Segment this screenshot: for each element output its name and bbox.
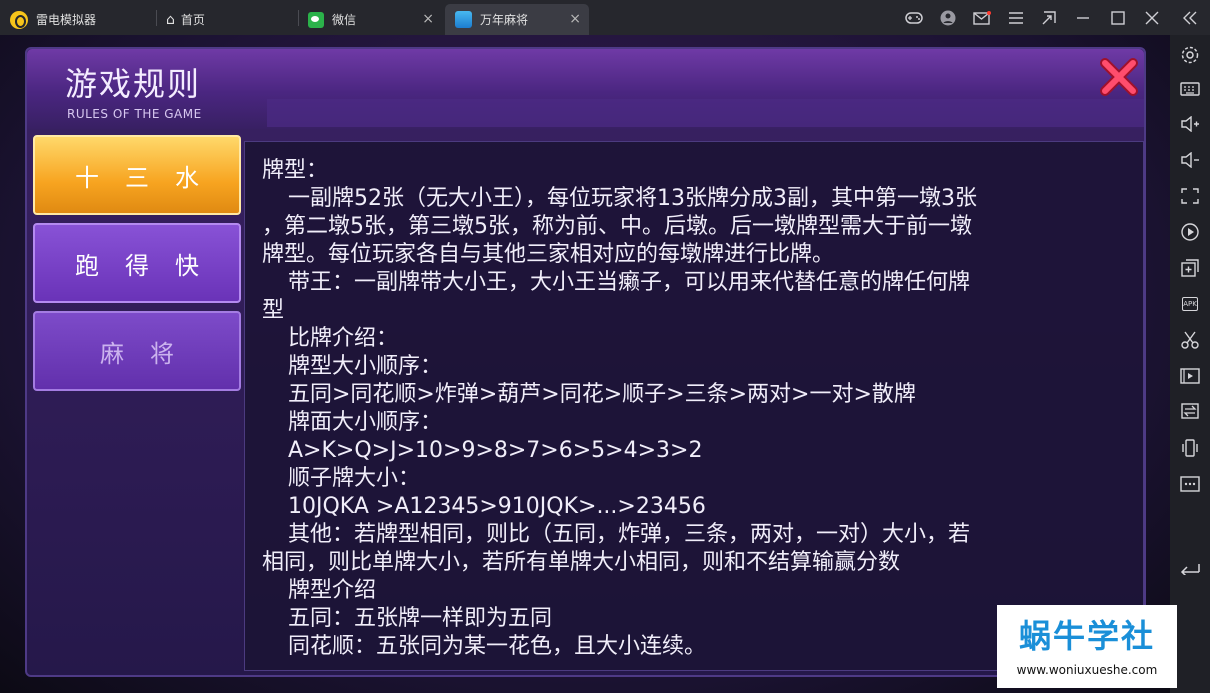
rules-line: 牌面大小顺序： <box>288 410 443 435</box>
tab-label: 微信 <box>332 13 357 27</box>
rules-text: 牌型： 一副牌52张（无大小王），每位玩家将13张牌分成3副，其中第一墩3张 ，… <box>262 157 1122 661</box>
rules-line: A>K>Q>J>10>9>8>7>6>5>4>3>2 <box>288 438 703 463</box>
gamepad-icon[interactable] <box>899 0 929 35</box>
rules-line: 五同：五张牌一样即为五同 <box>288 606 553 631</box>
rules-line: 牌型： <box>262 158 329 183</box>
apk-label: APK <box>1182 297 1198 311</box>
record-icon[interactable] <box>1176 219 1204 245</box>
watermark: 蜗牛学社 www.woniuxueshe.com <box>997 605 1177 688</box>
tab-label: 十三水 <box>75 163 225 192</box>
watermark-title: 蜗牛学社 <box>1018 617 1155 655</box>
tab-label: 万年麻将 <box>480 13 529 27</box>
rules-line: 其他：若牌型相同，则比（五同，炸弹，三条，两对，一对）大小，若 <box>288 522 971 547</box>
tab-wechat[interactable]: 微信 × <box>308 4 442 35</box>
tab-majiang[interactable]: 麻将 <box>33 311 241 391</box>
rules-line: 顺子牌大小： <box>288 466 421 491</box>
rules-line: 10JQKA >A12345>910JQK>...>23456 <box>288 494 706 519</box>
tab-shisanshui[interactable]: 十三水 <box>33 135 241 215</box>
menu-icon[interactable] <box>1001 0 1031 35</box>
rules-line: 带王：一副牌带大小王，大小王当癞子，可以用来代替任意的牌任何牌 <box>288 270 971 295</box>
emulator-title-bar: 雷电模拟器 ⌂ 首页 微信 × 万年麻将 × <box>0 0 1210 35</box>
emulator-sidebar: APK <box>1170 35 1210 693</box>
page-title: 游戏规则 <box>65 65 202 103</box>
account-icon[interactable] <box>933 0 963 35</box>
leidian-logo-icon <box>10 10 28 29</box>
close-tab-icon[interactable]: × <box>422 11 434 27</box>
sync-icon[interactable] <box>1176 398 1204 424</box>
volume-down-icon[interactable] <box>1176 147 1204 173</box>
close-icon[interactable] <box>1137 0 1167 35</box>
settings-icon[interactable] <box>1176 42 1204 68</box>
fullscreen-icon[interactable] <box>1176 183 1204 209</box>
keyboard-icon[interactable] <box>1176 76 1204 102</box>
tab-label: 跑得快 <box>75 251 225 280</box>
game-icon <box>455 11 472 28</box>
rules-line: 五同>同花顺>炸弹>葫芦>同花>顺子>三条>两对>一对>散牌 <box>288 382 916 407</box>
apk-icon[interactable]: APK <box>1176 291 1204 317</box>
minimize-icon[interactable] <box>1068 0 1098 35</box>
rules-line: 型 <box>262 298 285 323</box>
close-tab-icon[interactable]: × <box>569 11 581 27</box>
tab-label: 雷电模拟器 <box>36 13 97 27</box>
rules-line: 牌型大小顺序： <box>288 354 443 379</box>
add-app-icon[interactable] <box>1176 255 1204 281</box>
shrink-icon[interactable] <box>1034 0 1064 35</box>
back-icon[interactable] <box>1176 555 1204 581</box>
tab-leidian[interactable]: 雷电模拟器 <box>10 4 150 35</box>
rules-panel-header: 游戏规则 RULES OF THE GAME <box>27 49 1144 129</box>
rules-content[interactable]: 牌型： 一副牌52张（无大小王），每位玩家将13张牌分成3副，其中第一墩3张 ，… <box>244 141 1144 671</box>
page-subtitle: RULES OF THE GAME <box>67 107 202 121</box>
shake-icon[interactable] <box>1176 435 1204 461</box>
tab-label: 首页 <box>180 13 205 27</box>
mail-icon[interactable] <box>967 0 997 35</box>
header-decoration <box>267 99 1144 127</box>
tab-paodekuai[interactable]: 跑得快 <box>33 223 241 303</box>
maximize-icon[interactable] <box>1103 0 1133 35</box>
more-icon[interactable] <box>1176 471 1204 497</box>
volume-up-icon[interactable] <box>1176 111 1204 137</box>
wechat-icon <box>308 11 324 28</box>
rules-line: 牌型介绍 <box>288 578 377 603</box>
rules-line: 比牌介绍： <box>288 326 399 351</box>
collapse-icon[interactable] <box>1175 0 1205 35</box>
home-icon: ⌂ <box>166 11 175 28</box>
tab-divider <box>298 10 299 26</box>
video-icon[interactable] <box>1176 363 1204 389</box>
rules-line: ，第二墩5张，第三墩5张，称为前、中。后墩。后一墩牌型需大于前一墩 <box>262 214 972 239</box>
rules-line: 相同，则比单牌大小，若所有单牌大小相同，则和不结算输赢分数 <box>262 550 901 575</box>
rules-line: 牌型。每位玩家各自与其他三家相对应的每墩牌进行比牌。 <box>262 242 835 267</box>
tab-label: 麻将 <box>100 339 200 368</box>
watermark-url: www.woniuxueshe.com <box>1016 663 1158 677</box>
rules-line: 一副牌52张（无大小王），每位玩家将13张牌分成3副，其中第一墩3张 <box>288 186 977 211</box>
tab-game[interactable]: 万年麻将 × <box>445 4 589 35</box>
tab-divider <box>156 10 157 26</box>
close-x-icon[interactable] <box>1097 55 1141 99</box>
tab-home[interactable]: ⌂ 首页 <box>166 4 296 35</box>
rules-line: 同花顺：五张同为某一花色，且大小连续。 <box>288 634 707 659</box>
game-viewport: 游戏规则 RULES OF THE GAME 十三水 跑得快 麻将 牌型： 一副… <box>0 35 1170 693</box>
scissors-icon[interactable] <box>1176 327 1204 353</box>
rules-panel: 游戏规则 RULES OF THE GAME 十三水 跑得快 麻将 牌型： 一副… <box>25 47 1146 677</box>
